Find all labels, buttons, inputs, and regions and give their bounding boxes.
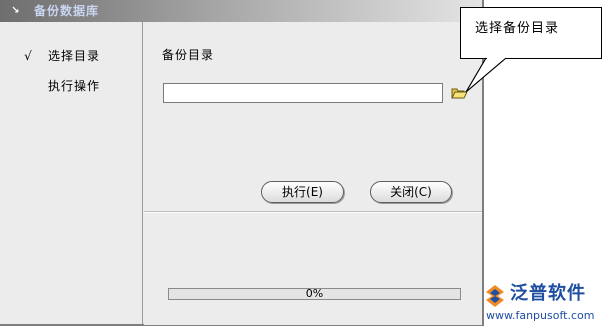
backup-directory-input[interactable] [163,83,443,103]
backup-directory-label: 备份目录 [162,48,215,62]
close-button[interactable]: 关闭(C) [370,181,452,203]
window-title: 备份数据库 [34,4,100,18]
progress-label: 0% [305,287,324,300]
watermark-logo: 泛普软件 www.fanpusoft.com [484,280,608,328]
progress-section: 0% [144,212,482,325]
step-panel: √ 选择目录 执行操作 [0,22,143,324]
step-item-execute: 执行操作 [0,77,142,95]
step-label: 执行操作 [48,79,101,93]
watermark-brand: 泛普软件 [510,283,586,304]
callout-box: 选择备份目录 [460,7,602,59]
directory-section: 备份目录 执行(E) 关闭(C) [144,22,482,212]
folder-open-icon[interactable] [451,86,468,100]
callout-text: 选择备份目录 [475,21,560,36]
backup-database-dialog: ↘ 备份数据库 √ 选择目录 执行操作 备份目录 执行(E) 关闭(C) 0% [0,0,484,326]
watermark-url: www.fanpusoft.com [486,309,595,322]
progress-bar: 0% [168,288,461,300]
checkmark-icon: √ [24,49,32,63]
logo-mark-icon [484,284,506,308]
title-bar[interactable]: ↘ 备份数据库 [0,0,482,22]
step-item-select-directory: √ 选择目录 [0,47,142,65]
window-icon: ↘ [11,5,20,16]
execute-button[interactable]: 执行(E) [261,181,344,203]
step-label: 选择目录 [48,49,101,63]
